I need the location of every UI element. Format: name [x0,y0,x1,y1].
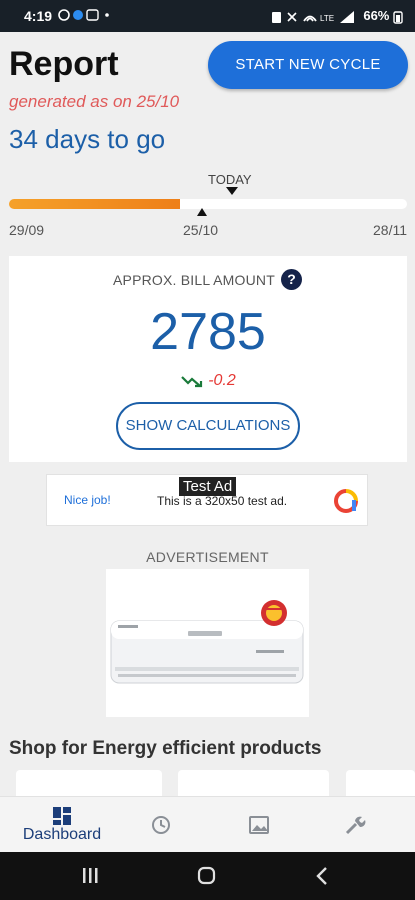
page-title: Report [9,45,119,83]
recent-apps-icon [83,868,98,883]
battery-level: 66% [363,8,390,23]
start-new-cycle-button[interactable]: START NEW CYCLE [208,41,408,89]
settings-icon [345,816,366,835]
bill-amount-card: APPROX. BILL AMOUNT ? 2785 -0.2 SHOW CAL… [9,256,407,462]
ad-banner-text: This is a 320x50 test ad. [157,494,288,508]
bill-amount-label-text: APPROX. BILL AMOUNT [113,272,275,288]
system-navigation-bar [0,852,415,900]
battery-icon [393,10,403,24]
system-status-icons: LTE [271,10,354,23]
gallery-icon [249,816,269,834]
bottom-navigation: Dashboard [0,796,415,852]
today-label: TODAY [208,172,252,187]
air-conditioner-image [110,600,304,684]
status-time: 4:19 [24,8,53,24]
status-bar: 4:19 LTE 66% [0,0,415,32]
nav-history[interactable] [130,797,192,853]
cycle-progress-fill [9,199,181,209]
bill-amount-value: 2785 [150,303,266,361]
advertisement-label: ADVERTISEMENT [146,549,269,565]
generated-date-marker-icon [197,208,207,216]
bill-change: -0.2 [9,372,407,390]
bill-amount-label: APPROX. BILL AMOUNT [9,272,407,288]
nav-gallery[interactable] [228,797,290,853]
test-ad-badge: Test Ad [179,477,237,496]
notification-icon-group [58,9,109,21]
help-icon[interactable]: ? [281,269,302,290]
dashboard-icon [53,807,71,825]
history-icon [152,816,170,834]
nav-tools[interactable] [324,797,386,853]
ad-banner[interactable]: Nice job! This is a 320x50 test ad. Test… [46,474,368,526]
report-header: Report generated as on 25/10 34 days to … [0,32,415,254]
back-icon [316,867,327,885]
days-to-go-text: 34 days to go [9,124,166,154]
status-right: LTE 66% [270,8,403,24]
nav-dashboard[interactable]: Dashboard [10,797,114,853]
generated-date-text: generated as on 25/10 [9,92,180,111]
ad-network-logo-icon [334,489,358,513]
home-icon [197,866,216,885]
svg-text:LTE: LTE [320,14,334,23]
cycle-end-date: 28/11 [373,222,407,238]
cycle-start-date: 29/09 [9,222,45,238]
cycle-generated-date: 25/10 [183,222,219,238]
notification-icons [58,8,118,25]
ad-banner-left-text: Nice job! [64,493,111,507]
advertisement-image[interactable] [106,569,309,717]
cycle-progress-bar [9,199,407,209]
trend-down-icon [181,375,203,387]
system-nav-buttons [83,866,327,885]
shop-section-title: Shop for Energy efficient products [9,738,322,759]
today-marker-icon [226,187,238,195]
show-calculations-button[interactable]: SHOW CALCULATIONS [116,402,300,450]
bill-change-value: -0.2 [208,372,236,389]
nav-dashboard-label: Dashboard [22,826,102,843]
